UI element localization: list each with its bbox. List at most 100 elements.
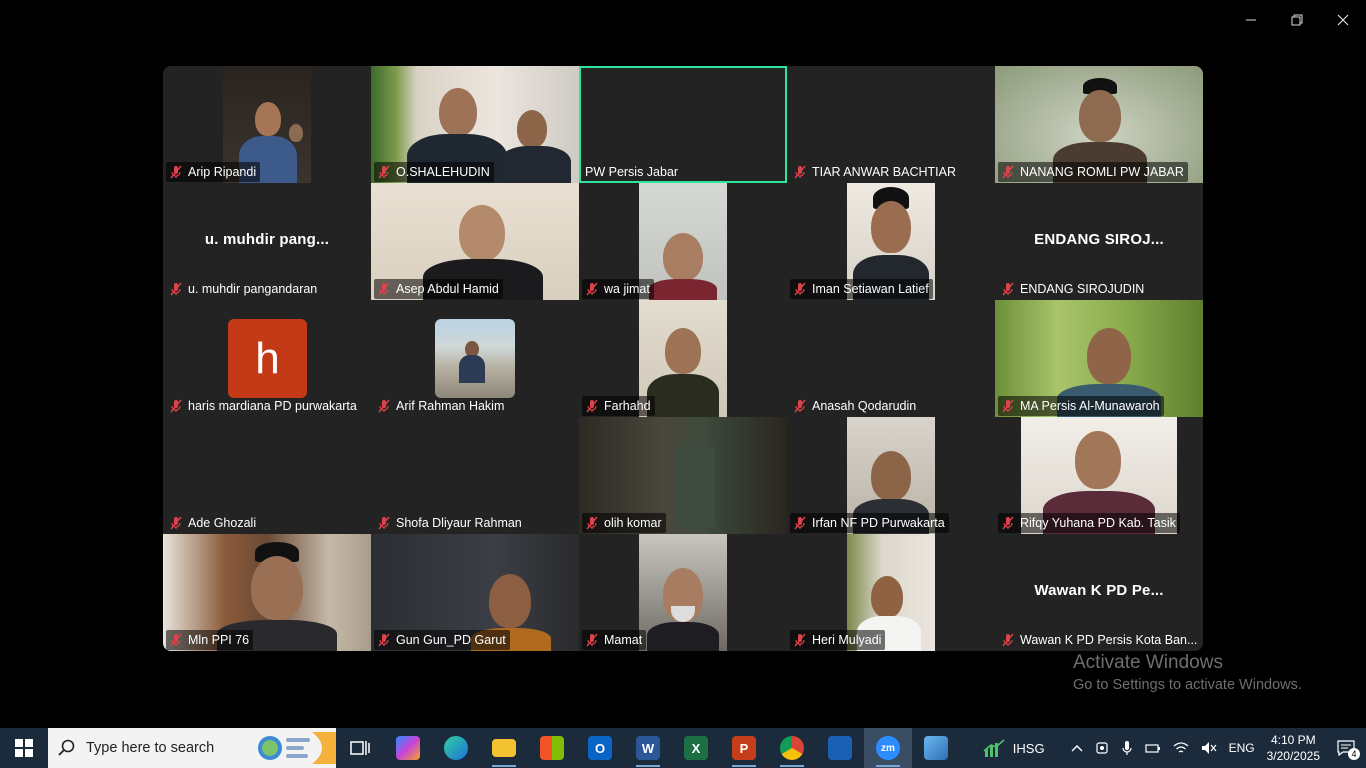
close-button[interactable] <box>1320 0 1366 40</box>
participant-tile[interactable]: h haris mardiana PD purwakarta <box>163 300 371 417</box>
muted-mic-icon <box>794 516 806 530</box>
microphone-button[interactable] <box>1115 728 1139 768</box>
muted-mic-icon <box>170 282 182 296</box>
taskbar-app-outlook[interactable]: O <box>576 728 624 768</box>
participant-tile[interactable]: u. muhdir pang... u. muhdir pangandaran <box>163 183 371 300</box>
muted-mic-icon <box>170 516 182 530</box>
participant-tile[interactable]: Gun Gun_PD Garut <box>371 534 579 651</box>
camera-icon <box>1095 742 1108 754</box>
volume-muted-icon <box>1201 742 1217 754</box>
task-view-icon <box>350 741 370 755</box>
participant-name-label: Farhahd <box>582 396 655 416</box>
taskbar-app-microsoft-store[interactable] <box>528 728 576 768</box>
participant-tile[interactable]: NANANG ROMLI PW JABAR <box>995 66 1203 183</box>
minimize-button[interactable] <box>1228 0 1274 40</box>
participant-tile[interactable]: Wawan K PD Pe... Wawan K PD Persis Kota … <box>995 534 1203 651</box>
watermark-title: Activate Windows <box>1073 652 1223 673</box>
taskbar-search-box[interactable]: Type here to search <box>48 728 336 768</box>
participant-name-label: Ade Ghozali <box>166 513 260 533</box>
participant-tile[interactable]: olih komar <box>579 417 787 534</box>
taskbar-app-edge[interactable] <box>432 728 480 768</box>
participant-tile[interactable]: Rifqy Yuhana PD Kab. Tasik <box>995 417 1203 534</box>
muted-mic-icon <box>1002 516 1014 530</box>
copilot-icon <box>396 736 420 760</box>
participant-name-label: wa jimat <box>582 279 654 299</box>
taskbar-app-file-explorer[interactable] <box>480 728 528 768</box>
participant-tile-active-speaker[interactable]: PW Persis Jabar <box>579 66 787 183</box>
muted-mic-icon <box>794 633 806 647</box>
network-button[interactable] <box>1167 728 1195 768</box>
taskbar-app-powerpoint[interactable]: P <box>720 728 768 768</box>
task-view-button[interactable] <box>336 728 384 768</box>
battery-plug-icon <box>1144 744 1160 753</box>
system-tray: IHSG ENG 4:10 PM 3/20/2025 4 <box>977 728 1366 768</box>
participant-tile[interactable]: Iman Setiawan Latief <box>787 183 995 300</box>
muted-mic-icon <box>378 165 390 179</box>
clock[interactable]: 4:10 PM 3/20/2025 <box>1261 728 1326 768</box>
notification-center-button[interactable]: 4 <box>1326 728 1366 768</box>
participant-name-label: u. muhdir pangandaran <box>166 279 321 299</box>
chevron-up-icon <box>1071 745 1083 752</box>
participant-display-name: ENDANG SIROJ... <box>1034 231 1164 248</box>
taskbar-app-photos[interactable] <box>912 728 960 768</box>
participant-name-label: Rifqy Yuhana PD Kab. Tasik <box>998 513 1180 533</box>
muted-mic-icon <box>1002 165 1014 179</box>
close-icon <box>1337 14 1349 26</box>
muted-mic-icon <box>378 633 390 647</box>
start-button[interactable] <box>0 728 48 768</box>
participant-tile[interactable]: Irfan NF PD Purwakarta <box>787 417 995 534</box>
participant-tile[interactable]: wa jimat <box>579 183 787 300</box>
participant-tile[interactable]: Asep Abdul Hamid <box>371 183 579 300</box>
folder-icon <box>492 739 516 757</box>
participant-tile[interactable]: Heri Mulyadi <box>787 534 995 651</box>
participant-name-label: Mamat <box>582 630 647 650</box>
show-hidden-icons-button[interactable] <box>1065 728 1089 768</box>
stock-widget[interactable]: IHSG <box>977 728 1051 768</box>
meet-now-button[interactable] <box>1089 728 1115 768</box>
windows-logo-icon <box>15 739 33 757</box>
notification-count-badge: 4 <box>1348 748 1360 760</box>
participant-name-label: NANANG ROMLI PW JABAR <box>998 162 1188 182</box>
participant-tile[interactable]: TIAR ANWAR BACHTIAR <box>787 66 995 183</box>
volume-button[interactable] <box>1195 728 1223 768</box>
stock-label: IHSG <box>1012 740 1045 756</box>
participant-avatar-photo <box>435 319 515 398</box>
restore-button[interactable] <box>1274 0 1320 40</box>
restore-icon <box>1291 14 1303 26</box>
taskbar-app-remote-desktop[interactable] <box>816 728 864 768</box>
muted-mic-icon <box>794 165 806 179</box>
participant-name-label: Heri Mulyadi <box>790 630 886 650</box>
participant-tile[interactable]: Shofa Dliyaur Rahman <box>371 417 579 534</box>
taskbar-app-zoom[interactable]: zm <box>864 728 912 768</box>
participant-tile[interactable]: Arif Rahman Hakim <box>371 300 579 417</box>
participant-tile[interactable]: Farhahd <box>579 300 787 417</box>
clock-time: 4:10 PM <box>1270 733 1316 747</box>
taskbar-app-chrome[interactable] <box>768 728 816 768</box>
muted-mic-icon <box>586 399 598 413</box>
participant-tile[interactable]: ENDANG SIROJ... ENDANG SIROJUDIN <box>995 183 1203 300</box>
taskbar-app-copilot[interactable] <box>384 728 432 768</box>
participant-tile[interactable]: Ade Ghozali <box>163 417 371 534</box>
muted-mic-icon <box>1002 633 1014 647</box>
participant-tile[interactable]: Mamat <box>579 534 787 651</box>
participant-tile[interactable]: O.SHALEHUDIN <box>371 66 579 183</box>
muted-mic-icon <box>170 165 182 179</box>
powerpoint-icon: P <box>732 736 756 760</box>
taskbar-app-excel[interactable]: X <box>672 728 720 768</box>
participant-tile[interactable]: MA Persis Al-Munawaroh <box>995 300 1203 417</box>
language-indicator[interactable]: ENG <box>1223 728 1261 768</box>
outlook-icon: O <box>588 736 612 760</box>
zoom-icon: zm <box>876 736 900 760</box>
excel-icon: X <box>684 736 708 760</box>
stock-chart-icon <box>983 739 1005 757</box>
participant-tile[interactable]: Mln PPI 76 <box>163 534 371 651</box>
battery-button[interactable] <box>1139 728 1167 768</box>
participant-video <box>639 534 727 651</box>
remote-desktop-icon <box>828 736 852 760</box>
taskbar-app-word[interactable]: W <box>624 728 672 768</box>
participant-tile[interactable]: Anasah Qodarudin <box>787 300 995 417</box>
muted-mic-icon <box>170 633 182 647</box>
participant-tile[interactable]: Arip Ripandi <box>163 66 371 183</box>
participant-name-label: ENDANG SIROJUDIN <box>998 279 1148 299</box>
windows-taskbar: Type here to search O W X P zm IHSG ENG … <box>0 728 1366 768</box>
